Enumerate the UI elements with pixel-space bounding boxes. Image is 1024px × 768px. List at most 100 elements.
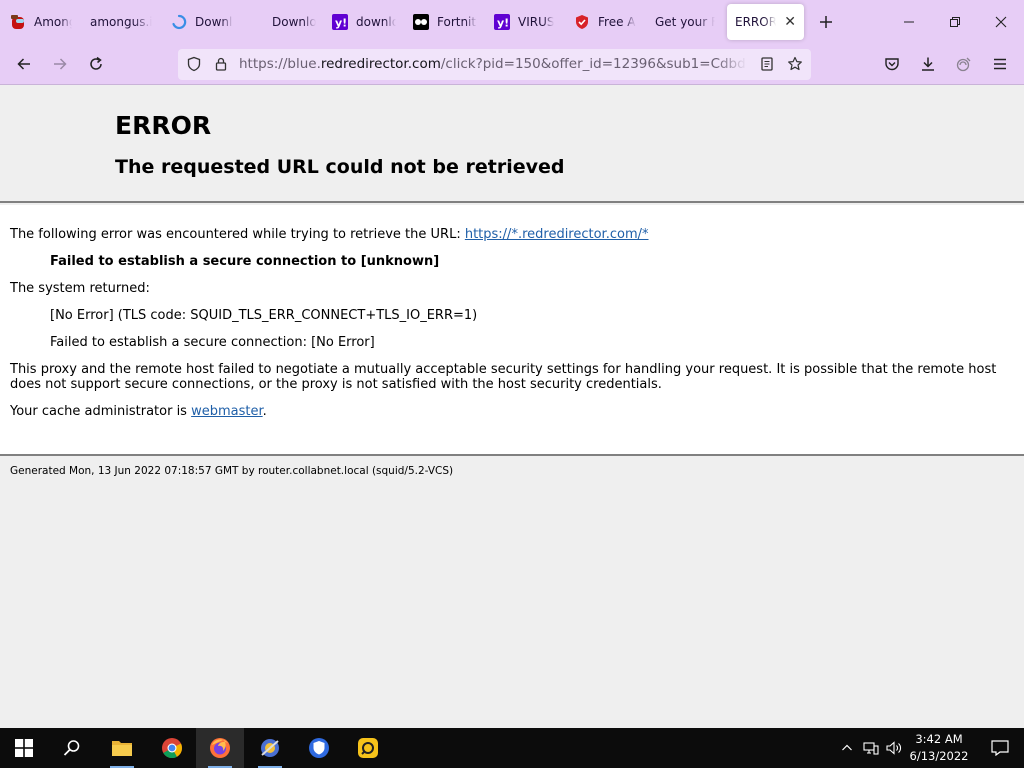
- chrome-icon: [162, 738, 183, 759]
- navigation-toolbar: https://blue.redredirector.com/click?pid…: [0, 44, 1024, 85]
- cache-admin-line: Your cache administrator is webmaster.: [10, 404, 267, 419]
- reader-view-icon[interactable]: [759, 56, 775, 76]
- back-button[interactable]: [10, 50, 38, 78]
- tab-label: Fortnite: [437, 15, 477, 29]
- app-taskbar-button[interactable]: [246, 728, 294, 768]
- tab-among-us[interactable]: Among Us: [10, 4, 72, 40]
- firefox-taskbar-button[interactable]: [196, 728, 244, 768]
- shield-icon: [574, 14, 590, 30]
- yahoo-icon: y!: [332, 14, 348, 30]
- failed-connection-message: Failed to establish a secure connection …: [50, 254, 440, 269]
- chrome-taskbar-button[interactable]: [148, 728, 196, 768]
- minimize-button[interactable]: [889, 6, 929, 38]
- error-intro: The following error was encountered whil…: [10, 227, 649, 242]
- plus-icon: [820, 16, 832, 28]
- globe-app-icon: [261, 739, 279, 757]
- forward-button[interactable]: [46, 50, 74, 78]
- start-button[interactable]: [0, 728, 48, 768]
- tab-label: VIRUS: [518, 15, 554, 29]
- pocket-icon: [885, 58, 899, 71]
- tab-label: ERROR: The: [735, 15, 777, 29]
- system-returned-label: The system returned:: [10, 281, 150, 296]
- download-icon: [922, 57, 934, 71]
- tab-error-active[interactable]: ERROR: The ✕: [727, 4, 804, 40]
- error-body: The following error was encountered whil…: [0, 205, 1024, 456]
- search-icon: [63, 740, 80, 756]
- yahoo-icon: y!: [494, 14, 510, 30]
- among-us-icon: [10, 14, 26, 30]
- chevron-up-icon: [842, 744, 852, 751]
- network-icon: [863, 742, 879, 755]
- url-text[interactable]: https://blue.redredirector.com/click?pid…: [239, 56, 747, 72]
- tab-free-antivirus[interactable]: Free An: [574, 4, 636, 40]
- forward-arrow-icon: [54, 58, 67, 70]
- shield-browser-icon: [309, 738, 329, 758]
- fortnite-icon: [413, 14, 429, 30]
- system-clock[interactable]: 3:42 AM 6/13/2022: [906, 731, 972, 765]
- page-content: ERROR The requested URL could not be ret…: [0, 85, 1024, 728]
- tab-amongus-io[interactable]: amongus.io: [90, 4, 152, 40]
- error-explanation: This proxy and the remote host failed to…: [10, 362, 997, 392]
- tls-error-code: [No Error] (TLS code: SQUID_TLS_ERR_CONN…: [50, 308, 478, 323]
- loading-spinner-icon: [171, 14, 187, 30]
- volume-tray-button[interactable]: [883, 728, 905, 768]
- tab-label: Get your Fr: [655, 15, 715, 29]
- tab-yahoo-download[interactable]: y! download: [332, 4, 396, 40]
- folder-icon: [112, 741, 132, 756]
- restore-button[interactable]: [935, 6, 975, 38]
- extension-button[interactable]: [950, 50, 978, 78]
- error-title: ERROR: [115, 111, 212, 140]
- speaker-icon: [886, 741, 901, 755]
- app-menu-button[interactable]: [986, 50, 1014, 78]
- firefox-icon: [210, 738, 230, 758]
- app-taskbar-button-yellow[interactable]: [344, 728, 392, 768]
- bookmark-star-icon[interactable]: [787, 56, 803, 76]
- reload-icon: [90, 56, 102, 70]
- lock-icon[interactable]: [213, 56, 229, 76]
- address-bar[interactable]: https://blue.redredirector.com/click?pid…: [178, 49, 811, 80]
- tab-fortnite[interactable]: Fortnite: [413, 4, 477, 40]
- pocket-button[interactable]: [878, 50, 906, 78]
- close-tab-icon[interactable]: ✕: [784, 14, 796, 30]
- webmaster-link[interactable]: webmaster: [191, 404, 263, 419]
- notification-center-button[interactable]: [976, 728, 1024, 768]
- tab-label: Download: [195, 15, 233, 29]
- tab-get-your-free[interactable]: Get your Fr: [655, 4, 715, 40]
- error-subtitle: The requested URL could not be retrieved: [115, 156, 565, 178]
- url-prefix: https://blue.: [239, 56, 321, 72]
- show-hidden-icons-button[interactable]: [836, 728, 858, 768]
- intro-text: The following error was encountered whil…: [10, 227, 465, 242]
- tab-label: amongus.io: [90, 15, 152, 29]
- notification-icon: [991, 740, 1009, 756]
- file-explorer-taskbar-button[interactable]: [98, 728, 146, 768]
- reload-button[interactable]: [82, 50, 110, 78]
- svg-text:y!: y!: [335, 17, 347, 30]
- close-window-button[interactable]: [981, 6, 1021, 38]
- tab-download-1[interactable]: Download: [171, 4, 233, 40]
- url-path: /click?pid=150&offer_id=12396&sub1=Cdbde…: [440, 56, 747, 72]
- requested-url-link[interactable]: https://*.redredirector.com/*: [465, 227, 649, 242]
- network-tray-button[interactable]: [860, 728, 882, 768]
- windows-taskbar: 3:42 AM 6/13/2022: [0, 728, 1024, 768]
- tab-label: download: [356, 15, 396, 29]
- brave-taskbar-button[interactable]: [295, 728, 343, 768]
- admin-prefix: Your cache administrator is: [10, 404, 192, 419]
- clock-date: 6/13/2022: [909, 749, 969, 763]
- tab-yahoo-virus[interactable]: y! VIRUS: [494, 4, 554, 40]
- tracking-protection-shield-icon[interactable]: [186, 56, 202, 76]
- new-tab-button[interactable]: [814, 10, 838, 34]
- url-domain: redredirector.com: [320, 56, 441, 72]
- secure-connection-error: Failed to establish a secure connection:…: [50, 335, 375, 350]
- clock-time: 3:42 AM: [915, 732, 963, 746]
- tab-download-2[interactable]: Download: [272, 4, 316, 40]
- tab-label: Download: [272, 15, 316, 29]
- search-button[interactable]: [48, 728, 96, 768]
- extension-icon: [956, 57, 971, 72]
- downloads-button[interactable]: [914, 50, 942, 78]
- minimize-icon: [904, 21, 914, 23]
- tab-strip: Among Us amongus.io Download Download y!…: [0, 0, 1024, 44]
- generated-footer: Generated Mon, 13 Jun 2022 07:18:57 GMT …: [10, 465, 454, 477]
- back-arrow-icon: [17, 58, 30, 70]
- admin-suffix: .: [262, 404, 267, 419]
- svg-text:y!: y!: [497, 17, 509, 30]
